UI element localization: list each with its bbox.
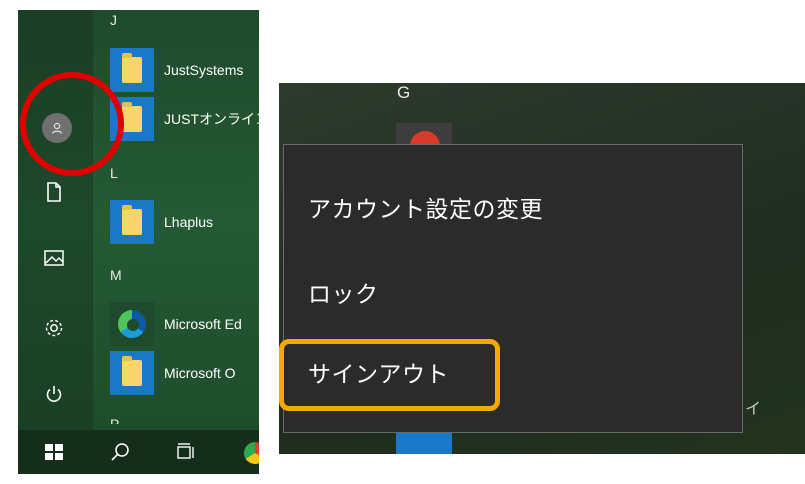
annotation-red-circle: [20, 72, 124, 176]
power-icon[interactable]: [36, 376, 72, 412]
app-label: Microsoft O: [164, 365, 236, 381]
partial-label: イ: [745, 399, 762, 418]
search-icon[interactable]: [106, 438, 134, 466]
folder-icon: [110, 200, 154, 244]
app-label: JUSTオンライン: [164, 111, 259, 127]
app-just-online[interactable]: JUSTオンライン: [110, 97, 259, 141]
section-letter-g[interactable]: G: [397, 83, 410, 103]
chrome-icon[interactable]: [244, 442, 259, 464]
app-microsoft-office[interactable]: Microsoft O: [110, 351, 259, 395]
app-label: Microsoft Ed: [164, 316, 242, 332]
pictures-icon[interactable]: [36, 240, 72, 276]
app-microsoft-edge[interactable]: Microsoft Ed: [110, 302, 259, 346]
annotation-orange-box: [279, 339, 500, 411]
lock-item[interactable]: ロック: [308, 275, 379, 309]
task-view-icon[interactable]: [172, 438, 200, 466]
section-letter-j[interactable]: J: [110, 12, 117, 28]
app-lhaplus[interactable]: Lhaplus: [110, 200, 259, 244]
folder-icon: [110, 351, 154, 395]
section-letter-p[interactable]: P: [110, 416, 119, 424]
section-letter-l[interactable]: L: [110, 165, 118, 181]
folder-icon: [110, 48, 154, 92]
taskbar: [18, 430, 259, 474]
app-justsystems[interactable]: JustSystems: [110, 48, 259, 92]
windows-logo-icon[interactable]: [40, 438, 68, 466]
section-letter-m[interactable]: M: [110, 267, 122, 283]
start-menu-panel: J JustSystems JUSTオンライン L Lhaplus M Micr…: [18, 10, 259, 474]
settings-gear-icon[interactable]: [36, 310, 72, 346]
document-icon[interactable]: [36, 174, 72, 210]
app-label: Lhaplus: [164, 214, 214, 230]
edge-icon: [110, 302, 154, 346]
app-label: JustSystems: [164, 62, 244, 78]
change-account-settings-item[interactable]: アカウント設定の変更: [308, 190, 543, 224]
